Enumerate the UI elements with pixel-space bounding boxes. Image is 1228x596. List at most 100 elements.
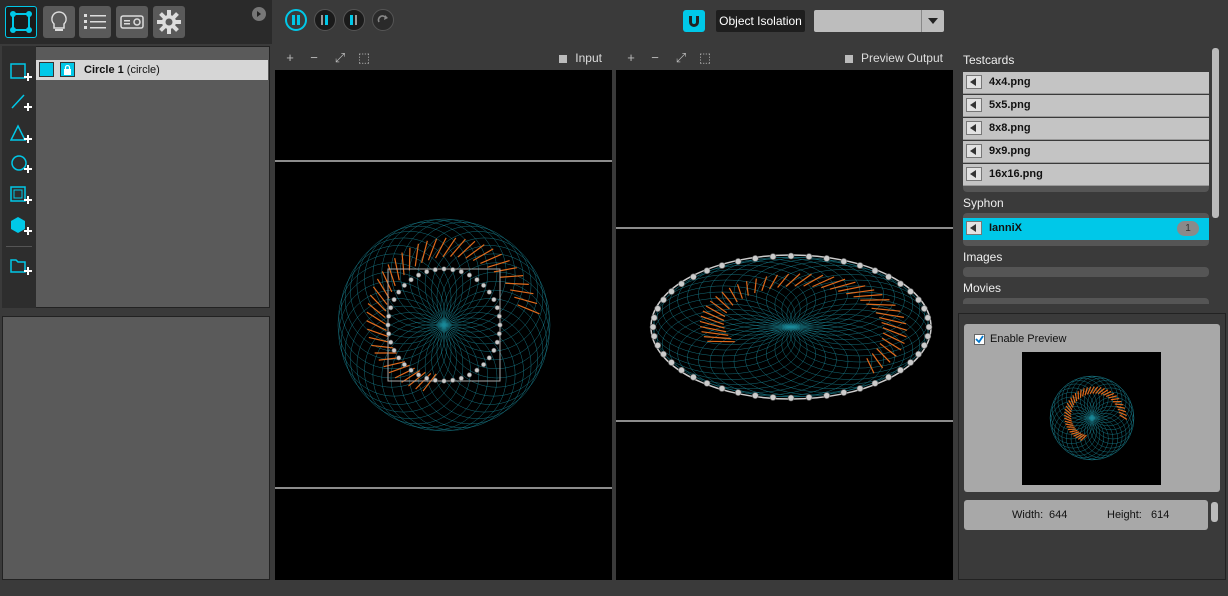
fit-icon[interactable]: ⤢ <box>333 51 347 65</box>
add-triangle-button[interactable] <box>9 124 32 146</box>
sources-scrollbar[interactable] <box>1212 48 1219 218</box>
mapping-mode-button[interactable] <box>5 6 37 38</box>
list-mode-button[interactable] <box>79 6 111 38</box>
projector-mode-button[interactable] <box>116 6 148 38</box>
redo-button[interactable] <box>372 9 394 31</box>
collapse-panel-button[interactable] <box>252 7 266 21</box>
add-line-icon <box>11 94 32 111</box>
input-viewport[interactable]: + − ⤢ ⬚ Input <box>275 46 612 580</box>
step-forward-icon <box>350 15 357 25</box>
object-isolation-label[interactable]: Object Isolation <box>716 10 805 32</box>
layer-lock-toggle[interactable] <box>60 62 75 77</box>
layer-visibility-toggle[interactable] <box>39 62 54 77</box>
object-isolation-toggle[interactable] <box>683 10 705 32</box>
testcard-item[interactable]: 16x16.png <box>963 164 1209 186</box>
sources-panel: Testcards 4x4.png 5x5.png 8x8.png 9x9.pn… <box>958 46 1226 306</box>
actual-size-icon[interactable]: ⬚ <box>698 51 712 65</box>
layer-type: (circle) <box>123 64 160 76</box>
play-icon[interactable] <box>966 144 982 158</box>
zoom-out-icon[interactable]: − <box>307 51 321 65</box>
spirograph-orange-warped <box>699 273 908 374</box>
play-icon[interactable] <box>966 221 982 235</box>
add-triangle-icon <box>9 124 32 143</box>
layer-name-bold: Circle 1 <box>84 64 124 76</box>
chevron-down-icon[interactable] <box>921 10 944 32</box>
testcard-label: 9x9.png <box>989 145 1031 157</box>
add-mesh-button[interactable] <box>10 185 32 207</box>
testcards-title: Testcards <box>963 53 1015 67</box>
dimensions-box: Width: 644 Height: 614 <box>964 500 1208 530</box>
add-cube-icon <box>11 217 32 235</box>
layers-panel <box>2 46 270 308</box>
testcard-label: 5x5.png <box>989 99 1031 111</box>
checkmark-icon <box>975 335 984 344</box>
preview-box: Enable Preview <box>964 324 1220 492</box>
add-group-button[interactable] <box>10 256 32 278</box>
testcard-item[interactable]: 5x5.png <box>963 95 1209 117</box>
output-title-text: Preview Output <box>860 51 943 65</box>
width-value: 644 <box>1049 509 1068 521</box>
output-viewport-bar: + − ⤢ ⬚ Preview Output <box>616 46 953 70</box>
mode-toolbar <box>0 0 272 44</box>
shape-tools <box>2 46 36 308</box>
output-toggle[interactable] <box>844 54 853 63</box>
width-label: Width: <box>1012 509 1044 521</box>
add-mesh-icon <box>10 186 32 204</box>
play-icon[interactable] <box>966 121 982 135</box>
add-quad-button[interactable] <box>10 62 32 84</box>
tool-divider <box>6 246 32 247</box>
syphon-list-end <box>963 240 1209 246</box>
pause-button[interactable] <box>285 9 307 31</box>
add-circle-icon <box>11 155 32 173</box>
testcard-label: 4x4.png <box>989 76 1031 88</box>
zoom-out-icon[interactable]: − <box>648 51 662 65</box>
images-title: Images <box>963 250 1003 264</box>
images-list <box>963 267 1209 277</box>
testcard-item[interactable]: 4x4.png <box>963 72 1209 94</box>
output-viewport[interactable]: + − ⤢ ⬚ Preview Output <box>616 46 953 580</box>
step-back-button[interactable] <box>314 9 336 31</box>
input-title: Input <box>559 51 602 65</box>
zoom-in-icon[interactable]: + <box>283 51 297 65</box>
pause-icon <box>292 15 300 25</box>
settings-mode-button[interactable] <box>153 6 185 38</box>
movies-list <box>963 298 1209 304</box>
testcards-list-end <box>963 186 1209 192</box>
play-icon[interactable] <box>966 167 982 181</box>
isolation-dropdown[interactable] <box>814 10 944 32</box>
lightbulb-icon <box>51 11 67 31</box>
play-icon[interactable] <box>966 98 982 112</box>
play-icon[interactable] <box>966 75 982 89</box>
preview-scrollbar[interactable] <box>1211 502 1218 522</box>
enable-preview-checkbox[interactable] <box>974 334 985 345</box>
syphon-title: Syphon <box>963 196 1004 210</box>
add-folder-icon <box>10 259 32 275</box>
layer-name: Circle 1 (circle) <box>84 64 160 76</box>
projector-icon <box>120 15 144 29</box>
gear-icon <box>157 10 181 34</box>
output-mode-button[interactable] <box>43 6 75 38</box>
step-back-icon <box>321 15 328 25</box>
step-forward-button[interactable] <box>343 9 365 31</box>
fit-icon[interactable]: ⤢ <box>674 51 688 65</box>
magnet-icon <box>689 16 699 27</box>
input-toggle[interactable] <box>559 54 568 63</box>
syphon-badge: 1 <box>1177 221 1199 236</box>
redo-icon <box>377 15 388 23</box>
chevron-right-icon <box>257 11 261 17</box>
output-title: Preview Output <box>844 51 943 65</box>
add-cube-button[interactable] <box>10 216 32 238</box>
add-line-button[interactable] <box>10 92 32 114</box>
layer-row[interactable]: Circle 1 (circle) <box>36 60 268 80</box>
actual-size-icon[interactable]: ⬚ <box>357 51 371 65</box>
testcard-item[interactable]: 8x8.png <box>963 118 1209 140</box>
input-canvas[interactable] <box>275 70 612 580</box>
zoom-in-icon[interactable]: + <box>624 51 638 65</box>
spirograph-teal <box>337 218 551 432</box>
testcard-label: 16x16.png <box>989 168 1043 180</box>
syphon-item[interactable]: IanniX 1 <box>963 218 1209 240</box>
output-canvas[interactable] <box>616 70 953 580</box>
add-circle-button[interactable] <box>10 154 32 176</box>
enable-preview-label: Enable Preview <box>990 333 1067 345</box>
testcard-item[interactable]: 9x9.png <box>963 141 1209 163</box>
